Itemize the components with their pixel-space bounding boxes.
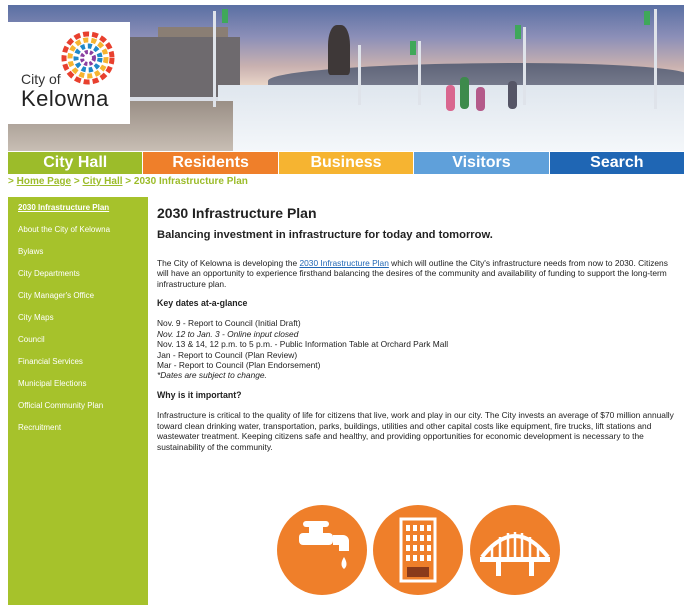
sidebar-item-city-departments[interactable]: City Departments (8, 263, 148, 285)
sidebar-item-bylaws[interactable]: Bylaws (8, 241, 148, 263)
sidebar-item-council[interactable]: Council (8, 329, 148, 351)
sidebar: 2030 Infrastructure Plan About the City … (8, 197, 148, 605)
breadcrumb-separator: > (8, 176, 14, 187)
sidebar-item-municipal-elections[interactable]: Municipal Elections (8, 373, 148, 395)
tab-residents[interactable]: Residents (143, 152, 279, 174)
sidebar-item-2030-infrastructure-plan[interactable]: 2030 Infrastructure Plan (8, 197, 148, 219)
date-note: *Dates are subject to change. (157, 370, 267, 381)
infrastructure-plan-link[interactable]: 2030 Infrastructure Plan (299, 258, 388, 268)
breadcrumb-home-link[interactable]: Home Page (17, 176, 71, 187)
page-subtitle: Balancing investment in infrastructure f… (157, 229, 493, 242)
main-content: 2030 Infrastructure Plan Balancing inves… (157, 205, 681, 452)
breadcrumb-separator: > (125, 176, 132, 187)
tab-visitors[interactable]: Visitors (414, 152, 550, 174)
breadcrumb-current: 2030 Infrastructure Plan (133, 176, 248, 187)
why-heading: Why is it important? (157, 389, 242, 400)
date-item: Nov. 13 & 14, 12 p.m. to 5 p.m. - Public… (157, 339, 449, 350)
sidebar-item-about[interactable]: About the City of Kelowna (8, 219, 148, 241)
sidebar-item-city-maps[interactable]: City Maps (8, 307, 148, 329)
breadcrumb-city-hall-link[interactable]: City Hall (83, 176, 123, 187)
breadcrumb: > Home Page > City Hall > 2030 Infrastru… (8, 176, 248, 187)
sidebar-item-financial-services[interactable]: Financial Services (8, 351, 148, 373)
intro-paragraph: The City of Kelowna is developing the 20… (157, 258, 681, 289)
tab-business[interactable]: Business (278, 152, 415, 174)
infrastructure-icons (277, 505, 567, 605)
why-paragraph: Infrastructure is critical to the qualit… (157, 410, 674, 452)
sidebar-item-official-community-plan[interactable]: Official Community Plan (8, 395, 148, 417)
logo-city-of: City of (21, 71, 61, 87)
date-item: Mar - Report to Council (Plan Endorsemen… (157, 360, 321, 371)
page-title: 2030 Infrastructure Plan (157, 205, 317, 221)
main-nav: City Hall Residents Business Visitors Se… (8, 152, 685, 174)
breadcrumb-separator: > (73, 176, 80, 187)
date-item: Nov. 9 - Report to Council (Initial Draf… (157, 318, 301, 329)
water-tap-icon (277, 505, 367, 595)
logo-kelowna: Kelowna (21, 86, 109, 111)
date-item: Nov. 12 to Jan. 3 - Online input closed (157, 328, 299, 339)
date-item: Jan - Report to Council (Plan Review) (157, 349, 298, 360)
kelowna-sun-logo-icon (61, 31, 115, 85)
sidebar-item-city-managers-office[interactable]: City Manager's Office (8, 285, 148, 307)
intro-text-before: The City of Kelowna is developing the (157, 257, 300, 268)
sidebar-item-recruitment[interactable]: Recruitment (8, 417, 148, 439)
city-logo[interactable]: City of Kelowna (8, 22, 130, 124)
tab-search[interactable]: Search (549, 152, 685, 174)
key-dates-list: Nov. 9 - Report to Council (Initial Draf… (157, 318, 681, 380)
key-dates-heading: Key dates at-a-glance (157, 298, 248, 309)
bridge-icon (470, 505, 560, 595)
building-icon (373, 505, 463, 595)
tab-city-hall[interactable]: City Hall (8, 152, 144, 174)
